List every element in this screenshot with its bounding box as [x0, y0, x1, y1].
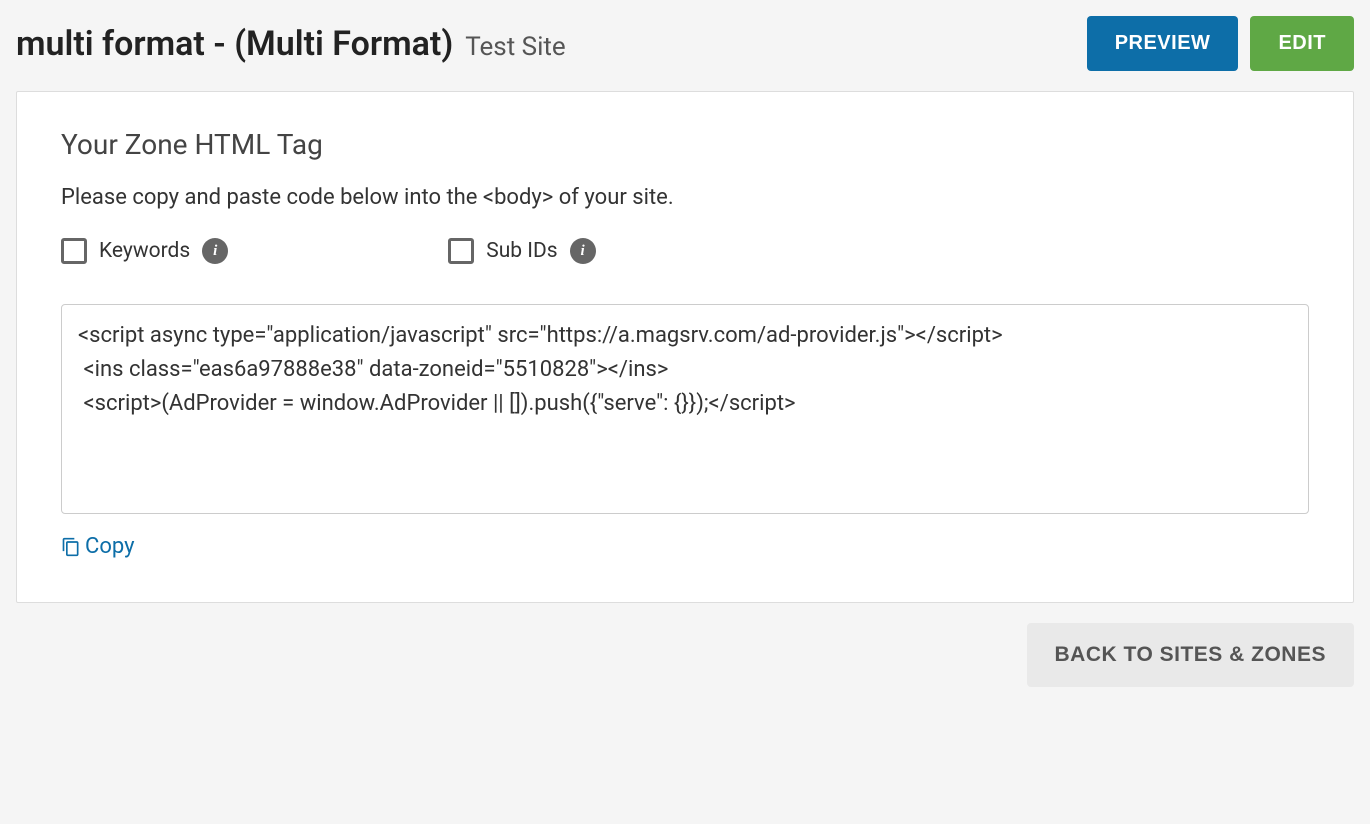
section-title: Your Zone HTML Tag — [61, 128, 1309, 161]
subids-checkbox[interactable] — [448, 238, 474, 264]
section-description: Please copy and paste code below into th… — [61, 185, 1309, 210]
page-subtitle: Test Site — [465, 32, 565, 62]
header-title-wrap: multi format - (Multi Format) Test Site — [16, 24, 566, 64]
page-title: multi format - (Multi Format) — [16, 24, 453, 64]
keywords-option: Keywords i — [61, 238, 228, 264]
footer-row: BACK TO SITES & ZONES — [16, 623, 1354, 687]
copy-icon — [61, 536, 81, 558]
info-icon[interactable]: i — [570, 238, 596, 264]
subids-label: Sub IDs — [486, 239, 557, 263]
zone-panel: Your Zone HTML Tag Please copy and paste… — [16, 91, 1354, 603]
code-textarea[interactable]: <script async type="application/javascri… — [61, 304, 1309, 514]
preview-button[interactable]: PREVIEW — [1087, 16, 1239, 71]
edit-button[interactable]: EDIT — [1250, 16, 1354, 71]
info-icon[interactable]: i — [202, 238, 228, 264]
subids-option: Sub IDs i — [448, 238, 595, 264]
header-actions: PREVIEW EDIT — [1087, 16, 1354, 71]
keywords-label: Keywords — [99, 239, 190, 263]
page-header: multi format - (Multi Format) Test Site … — [16, 16, 1354, 71]
keywords-checkbox[interactable] — [61, 238, 87, 264]
copy-button[interactable]: Copy — [61, 534, 135, 559]
options-row: Keywords i Sub IDs i — [61, 238, 1309, 264]
copy-label: Copy — [85, 534, 135, 559]
back-button[interactable]: BACK TO SITES & ZONES — [1027, 623, 1354, 687]
